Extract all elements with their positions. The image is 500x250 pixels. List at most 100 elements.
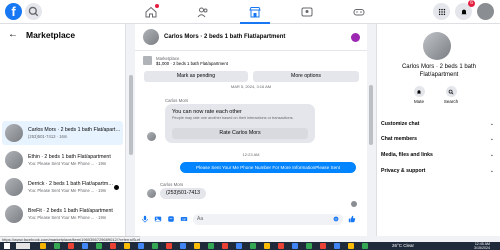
listing-thumbnail: [5, 151, 23, 169]
app-icon[interactable]: [292, 243, 298, 249]
mute-action[interactable]: Mute: [407, 86, 431, 104]
details-title: Carlos Mors · 2 beds 1 bath Flat/apartme…: [401, 64, 477, 78]
app-icon[interactable]: [306, 243, 312, 249]
app-icon[interactable]: [166, 243, 172, 249]
mic-button[interactable]: [141, 215, 149, 223]
chevron-down-icon: ⌄: [489, 121, 494, 127]
conversation-item[interactable]: BreFit · 2 beds 1 bath Flat/apartment Yo…: [2, 202, 123, 226]
start-button[interactable]: [4, 243, 10, 249]
system-clock[interactable]: 12:45 AM 3/15/2024: [474, 242, 490, 250]
chat-title[interactable]: Carlos Mors · 2 beds 1 bath Flat/apartme…: [164, 34, 285, 40]
nav-gaming[interactable]: [348, 1, 370, 23]
conversation-item[interactable]: Carlos Mors · 2 beds 1 bath Flat/apartme…: [2, 121, 123, 145]
like-button[interactable]: [348, 215, 356, 223]
rating-title: You can now rate each other: [172, 109, 242, 115]
notification-count: 6: [468, 0, 475, 7]
chevron-down-icon: ⌄: [489, 152, 494, 158]
app-icon[interactable]: [110, 243, 116, 249]
gif-icon: GIF: [180, 217, 188, 221]
app-icon[interactable]: [362, 243, 368, 249]
chevron-down-icon: ⌄: [489, 136, 494, 142]
listing-thumbnail: [5, 178, 23, 196]
conversation-text: Derrick · 2 beds 1 bath Flat/apartment Y…: [28, 181, 114, 193]
search-button[interactable]: [25, 3, 42, 20]
back-arrow-icon[interactable]: ←: [8, 29, 18, 40]
search-action[interactable]: Search: [439, 86, 463, 104]
photo-icon: [154, 216, 162, 222]
privacy-support-section[interactable]: Privacy & support ⌄: [381, 165, 497, 177]
listing-thumbnail: [5, 205, 23, 223]
sidebar-scroll-thumb[interactable]: [129, 75, 133, 155]
section-label: Media, files and links: [381, 152, 433, 158]
app-icon[interactable]: [348, 243, 354, 249]
more-options-button[interactable]: More options: [253, 71, 359, 82]
nav-home[interactable]: [140, 1, 162, 23]
chrome-icon[interactable]: [54, 243, 60, 249]
listing-price[interactable]: $1,000 · 2 beds 1 bath Flat/apartment: [156, 61, 228, 66]
sender-name: Carlos Mors: [160, 182, 184, 187]
menu-button[interactable]: [433, 3, 450, 20]
sticker-button[interactable]: [167, 215, 175, 223]
conversation-preview: You: Please Sent Your Me Phone ... · 19m: [28, 161, 107, 166]
customize-chat-section[interactable]: Customize chat ⌄: [381, 118, 497, 130]
account-controls: 6: [433, 0, 494, 20]
rate-seller-button[interactable]: Rate Carlos Mors: [172, 128, 308, 139]
listing-avatar[interactable]: [423, 32, 451, 60]
app-icon[interactable]: [124, 243, 130, 249]
app-icon[interactable]: [320, 243, 326, 249]
windows-taskbar: 26°C Clear 12:45 AM 3/15/2024: [0, 242, 500, 250]
notifications-button[interactable]: 6: [455, 0, 475, 20]
conversation-item[interactable]: Derrick · 2 beds 1 bath Flat/apartment Y…: [2, 175, 123, 199]
file-explorer-icon[interactable]: [40, 243, 46, 249]
page: f 6 ← Marketplace Carlos Mors · 2 beds 1…: [0, 0, 500, 250]
chat-header: Carlos Mors · 2 beds 1 bath Flat/apartme…: [135, 24, 367, 51]
friends-icon: [197, 7, 208, 18]
gaming-icon: [353, 9, 365, 16]
message-timestamp: MAR 5, 2024, 3:16 AM: [230, 84, 272, 89]
media-files-section[interactable]: Media, files and links ⌄: [381, 149, 497, 161]
app-icon[interactable]: [82, 243, 88, 249]
mute-icon-wrap: [413, 86, 425, 97]
info-icon[interactable]: [351, 33, 360, 42]
weather-widget[interactable]: 26°C Clear: [392, 242, 414, 250]
app-icon[interactable]: [68, 243, 74, 249]
app-icon[interactable]: [236, 243, 242, 249]
notification-dot: [155, 4, 159, 8]
app-icon[interactable]: [194, 243, 200, 249]
conversation-title: Derrick · 2 beds 1 bath Flat/apartment: [28, 181, 114, 187]
app-icon[interactable]: [180, 243, 186, 249]
app-icon[interactable]: [334, 243, 340, 249]
app-icon[interactable]: [222, 243, 228, 249]
chevron-down-icon: ⌄: [489, 168, 494, 174]
taskbar-search[interactable]: [16, 243, 30, 249]
app-icon[interactable]: [208, 243, 214, 249]
chat-avatar[interactable]: [143, 29, 159, 45]
conversation-text: Carlos Mors · 2 beds 1 bath Flat/apartme…: [28, 127, 123, 139]
nav-friends[interactable]: [192, 1, 214, 23]
app-icon[interactable]: [138, 243, 144, 249]
conversation-text: Ethin · 2 beds 1 bath Flat/apartment You…: [28, 154, 123, 166]
app-icon[interactable]: [96, 243, 102, 249]
chat-members-section[interactable]: Chat members ⌄: [381, 133, 497, 145]
nav-marketplace[interactable]: [240, 1, 270, 24]
mute-label: Mute: [413, 99, 424, 104]
app-icon[interactable]: [152, 243, 158, 249]
app-icon[interactable]: [278, 243, 284, 249]
profile-avatar[interactable]: [477, 3, 494, 20]
conversation-preview: You: Please Sent Your Me Phone ... · 19m: [28, 188, 107, 193]
mark-pending-button[interactable]: Mark as pending: [144, 71, 248, 82]
photo-button[interactable]: [154, 215, 162, 223]
chat-scroll-thumb[interactable]: [369, 85, 373, 145]
mic-icon: [142, 215, 148, 223]
emoji-icon[interactable]: [333, 216, 339, 222]
listing-image[interactable]: [143, 56, 152, 65]
nav-groups[interactable]: [296, 1, 318, 23]
message-timestamp: 12:23 AM: [242, 152, 260, 157]
conversation-item[interactable]: Ethin · 2 beds 1 bath Flat/apartment You…: [2, 148, 123, 172]
facebook-logo[interactable]: f: [5, 3, 22, 20]
app-icon[interactable]: [250, 243, 256, 249]
gif-button[interactable]: GIF: [180, 215, 188, 223]
app-icon[interactable]: [264, 243, 270, 249]
page-title: Marketplace: [26, 29, 76, 40]
message-input[interactable]: Aa: [193, 213, 343, 225]
